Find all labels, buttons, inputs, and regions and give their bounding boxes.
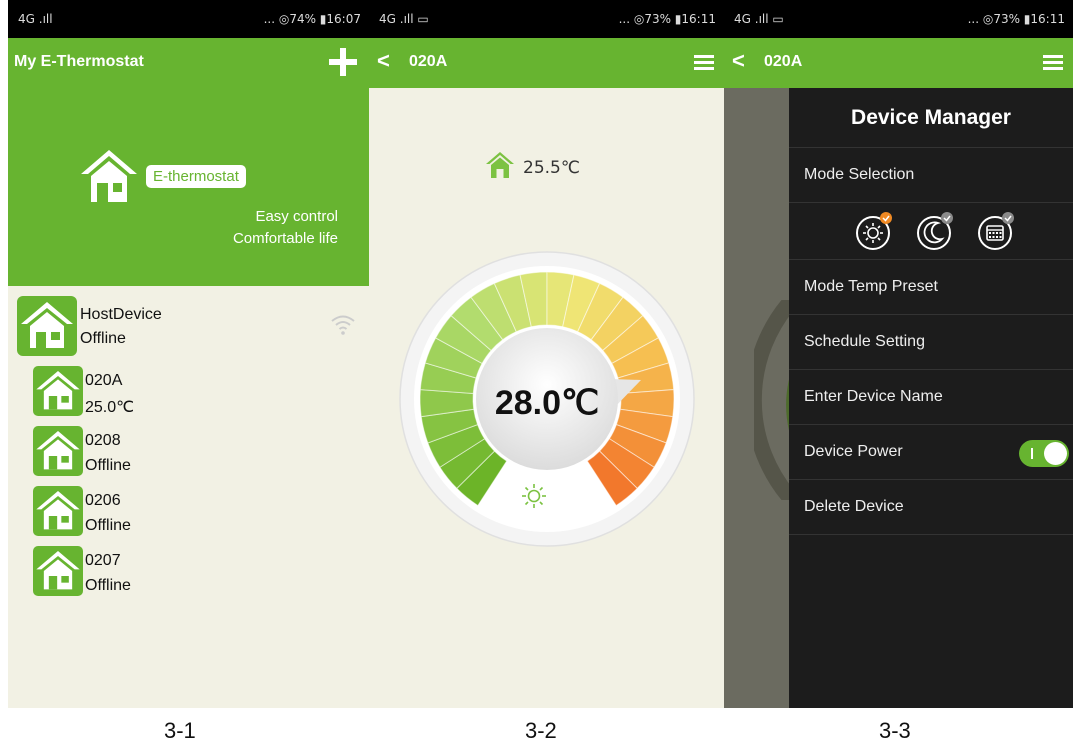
brand-label: E-thermostat [146, 165, 246, 188]
device-name: HostDevice [80, 306, 162, 323]
list-item-host-device[interactable]: HostDevice Offline [8, 296, 369, 356]
caption-3-3: 3-3 [879, 718, 911, 743]
room-temperature-value: 25.5℃ [523, 158, 580, 178]
list-item-device[interactable]: 0206 Offline [8, 486, 369, 546]
delete-device-label: Delete Device [804, 498, 904, 515]
status-battery-time: ... ◎73% ▮16:11 [967, 12, 1065, 26]
device-name: 0206 [85, 492, 121, 509]
night-mode-button[interactable] [914, 211, 954, 251]
house-logo-icon [78, 146, 140, 206]
house-icon [16, 296, 78, 356]
device-status: Offline [85, 457, 131, 474]
screen-device-list: 4G .ıll ... ◎74% ▮16:07 My E-Thermostat … [8, 0, 369, 708]
device-power-item: Device Power [789, 425, 1073, 480]
mode-selection-item: Mode Selection [789, 148, 1073, 203]
screen-device-manager: 4G .ıll ▭ ... ◎73% ▮16:11 < 020A Device … [724, 0, 1073, 708]
mode-buttons [789, 203, 1073, 260]
dimmed-dial-edge [754, 300, 794, 500]
slogan-line-1: Easy control [255, 208, 338, 225]
toggle-on-mark [1031, 448, 1033, 459]
banner: E-thermostat Easy control Comfortable li… [8, 88, 369, 286]
mode-temp-preset-label: Mode Temp Preset [804, 278, 938, 295]
device-status: Offline [80, 330, 126, 347]
device-power-label: Device Power [804, 443, 903, 460]
enter-device-name-label: Enter Device Name [804, 388, 943, 405]
status-signal: 4G .ıll [18, 12, 53, 26]
house-icon [33, 486, 83, 536]
device-name: 0208 [85, 432, 121, 449]
caption-3-2: 3-2 [525, 718, 557, 743]
mode-temp-preset-item[interactable]: Mode Temp Preset [789, 260, 1073, 315]
status-bar: 4G .ıll ▭ ... ◎73% ▮16:11 [724, 0, 1073, 38]
status-bar: 4G .ıll ... ◎74% ▮16:07 [8, 0, 369, 38]
house-icon [33, 426, 83, 476]
status-signal: 4G .ıll ▭ [379, 12, 429, 26]
wifi-icon [331, 315, 355, 335]
back-icon[interactable]: < [732, 48, 745, 74]
temperature-dial[interactable]: 28.0℃ [397, 249, 697, 549]
mode-selection-label: Mode Selection [804, 166, 915, 183]
status-battery-time: ... ◎74% ▮16:07 [263, 12, 361, 26]
drawer-title: Device Manager [789, 88, 1073, 148]
page-title: 020A [409, 53, 448, 70]
page-title: 020A [764, 53, 803, 70]
device-status: Offline [85, 517, 131, 534]
list-item-device[interactable]: 0207 Offline [8, 546, 369, 606]
status-battery-time: ... ◎73% ▮16:11 [618, 12, 716, 26]
device-status: Offline [85, 577, 131, 594]
app-bar: < 020A [724, 38, 1073, 88]
device-name: 020A [85, 372, 123, 389]
device-status: 25.0℃ [85, 399, 135, 416]
device-manager-drawer: Device Manager Mode Selection Mode Temp … [789, 88, 1073, 708]
set-temperature: 28.0℃ [494, 384, 600, 422]
comfort-mode-button[interactable] [853, 211, 893, 251]
page-title: My E-Thermostat [14, 53, 144, 70]
device-name: 0207 [85, 552, 121, 569]
list-item-device[interactable]: 020A 25.0℃ [8, 366, 369, 426]
app-bar: My E-Thermostat [8, 38, 369, 88]
schedule-setting-label: Schedule Setting [804, 333, 925, 350]
screen-thermostat: 4G .ıll ▭ ... ◎73% ▮16:11 < 020A 25.5℃ 2… [369, 0, 724, 708]
house-icon [486, 152, 514, 178]
slogan: Easy control Comfortable life [138, 206, 338, 250]
caption-3-1: 3-1 [164, 718, 196, 743]
status-signal: 4G .ıll ▭ [734, 12, 784, 26]
status-bar: 4G .ıll ▭ ... ◎73% ▮16:11 [369, 0, 724, 38]
add-device-icon[interactable] [327, 46, 359, 78]
app-bar: < 020A [369, 38, 724, 88]
schedule-setting-item[interactable]: Schedule Setting [789, 315, 1073, 370]
menu-list-icon[interactable] [694, 55, 714, 71]
house-icon [33, 366, 83, 416]
back-icon[interactable]: < [377, 48, 390, 74]
enter-device-name-item[interactable]: Enter Device Name [789, 370, 1073, 425]
delete-device-item[interactable]: Delete Device [789, 480, 1073, 535]
device-power-toggle[interactable] [1019, 440, 1069, 467]
list-item-device[interactable]: 0208 Offline [8, 426, 369, 486]
menu-list-icon[interactable] [1043, 55, 1063, 71]
toggle-knob [1044, 442, 1067, 465]
slogan-line-2: Comfortable life [232, 230, 338, 247]
house-icon [33, 546, 83, 596]
schedule-mode-button[interactable] [975, 211, 1015, 251]
